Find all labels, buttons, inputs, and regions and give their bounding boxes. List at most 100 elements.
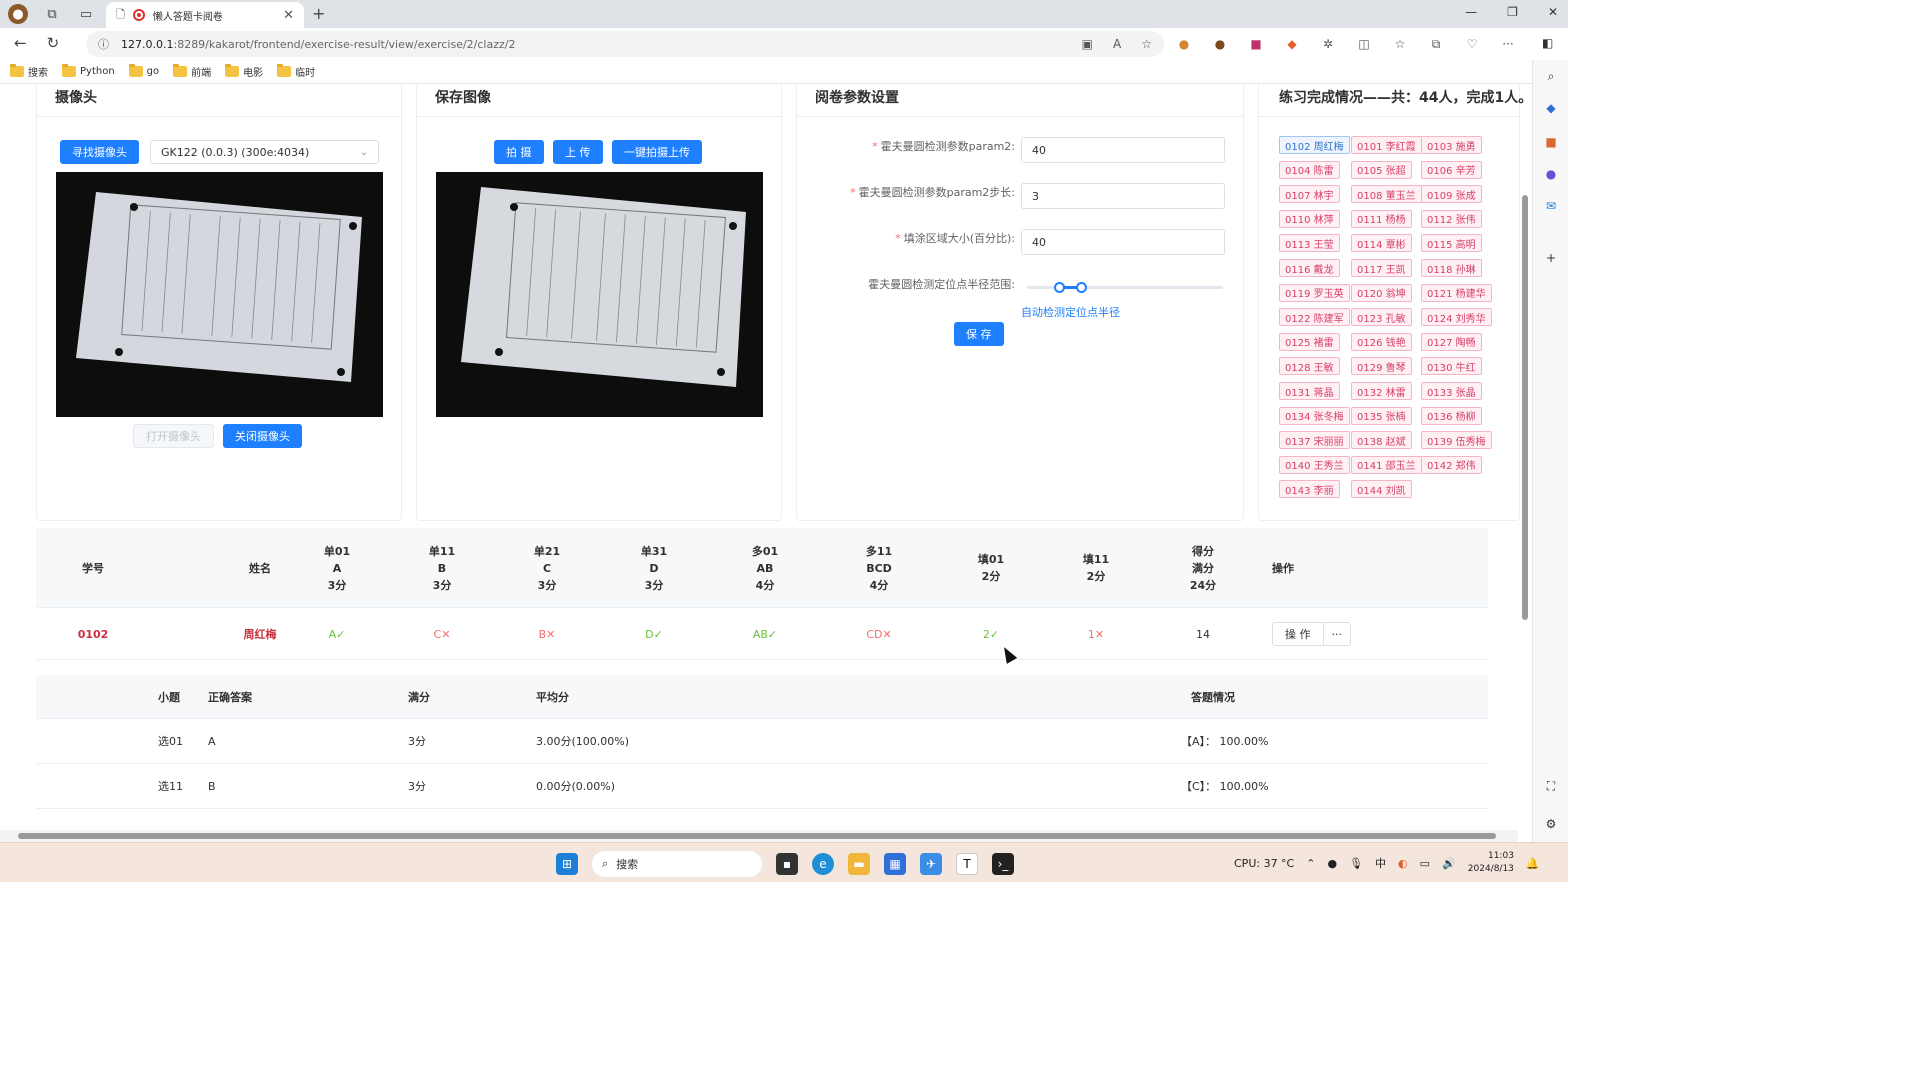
student-tag[interactable]: 0128 王敏 [1279, 357, 1340, 376]
shoot-button[interactable]: 拍 摄 [494, 140, 544, 164]
settings-icon[interactable]: ⚙ [1543, 816, 1559, 832]
cookie-extension-icon[interactable]: ● [1176, 36, 1192, 52]
add-sidebar-icon[interactable]: + [1543, 250, 1559, 266]
url-field[interactable]: ⓘ 127.0.0.1:8289/kakarot/frontend/exerci… [86, 31, 1164, 57]
tab-actions-icon[interactable]: ▭ [76, 4, 96, 24]
student-tag[interactable]: 0110 林萍 [1279, 209, 1340, 228]
tray-app-icon[interactable]: ● [1327, 857, 1337, 870]
student-tag[interactable]: 0106 辛芳 [1421, 160, 1482, 179]
profile-avatar-icon[interactable]: ● [8, 4, 28, 24]
student-tag[interactable]: 0121 杨建华 [1421, 283, 1492, 302]
slider-handle-max[interactable] [1076, 282, 1087, 293]
close-camera-button[interactable]: 关闭摄像头 [223, 424, 302, 448]
store-icon[interactable]: ▦ [884, 853, 906, 875]
student-tag[interactable]: 0113 王莹 [1279, 234, 1340, 253]
student-tag[interactable]: 0134 张冬梅 [1279, 406, 1350, 425]
student-tag[interactable]: 0114 覃彬 [1351, 234, 1412, 253]
student-tag[interactable]: 0108 董玉兰 [1351, 185, 1422, 204]
volume-icon[interactable]: 🔊 [1442, 857, 1456, 870]
student-tag[interactable]: 0109 张成 [1421, 185, 1482, 204]
start-menu-icon[interactable]: ⊞ [556, 853, 578, 875]
horizontal-scrollbar-thumb[interactable] [18, 833, 1496, 839]
notification-bell-icon[interactable]: 🔔 [1526, 857, 1540, 870]
student-tag[interactable]: 0133 张晶 [1421, 382, 1482, 400]
student-tag[interactable]: 0117 王凯 [1351, 259, 1412, 277]
student-tag[interactable]: 0105 张超 [1351, 160, 1412, 179]
one-click-shoot-upload-button[interactable]: 一键拍摄上传 [612, 140, 702, 164]
typora-icon[interactable]: T [956, 853, 978, 875]
student-tag[interactable]: 0104 陈雷 [1279, 160, 1340, 179]
camera-device-select[interactable]: GK122 (0.0.3) (300e:4034) ⌄ [150, 140, 379, 164]
bookmark-folder[interactable]: 临时 [277, 64, 315, 79]
upload-button[interactable]: 上 传 [553, 140, 603, 164]
param2-input[interactable]: 40 [1021, 137, 1225, 163]
extensions-icon[interactable]: ✲ [1320, 36, 1336, 52]
student-tag[interactable]: 0125 褚雷 [1279, 332, 1340, 351]
sidebar-toggle-icon[interactable]: ◧ [1542, 36, 1553, 50]
bookmark-folder[interactable]: go [128, 64, 159, 77]
student-tag[interactable]: 0137 宋丽丽 [1279, 431, 1350, 450]
task-view-icon[interactable]: ▪ [776, 853, 798, 875]
student-tag[interactable]: 0126 钱艳 [1351, 332, 1412, 351]
student-tag[interactable]: 0101 李红霞 [1351, 136, 1422, 154]
read-aloud-icon[interactable]: A [1113, 37, 1121, 51]
extension-red-icon[interactable]: ■ [1248, 36, 1264, 52]
microphone-icon[interactable]: 🎙 [1349, 857, 1363, 870]
screenshot-icon[interactable]: ⛶ [1543, 778, 1559, 794]
student-tag[interactable]: 0124 刘秀华 [1421, 308, 1492, 327]
auto-detect-radius-link[interactable]: 自动检测定位点半径 [1021, 304, 1120, 320]
tray-app-orange-icon[interactable]: ◐ [1398, 857, 1408, 870]
student-tag[interactable]: 0141 邵玉兰 [1351, 455, 1422, 474]
student-tag[interactable]: 0144 刘凯 [1351, 480, 1412, 499]
site-info-icon[interactable]: ⓘ [98, 36, 109, 52]
search-icon[interactable]: ⌕ [1543, 68, 1559, 84]
student-tag[interactable]: 0131 蒋晶 [1279, 382, 1340, 400]
cookie-editor-icon[interactable]: ● [1212, 36, 1228, 52]
student-tag[interactable]: 0123 孔敏 [1351, 308, 1412, 327]
student-tag[interactable]: 0136 杨柳 [1421, 406, 1482, 425]
new-tab-icon[interactable]: + [312, 4, 325, 23]
more-menu-icon[interactable]: ··· [1500, 36, 1516, 52]
terminal-icon[interactable]: ›_ [992, 853, 1014, 875]
games-icon[interactable]: ● [1543, 166, 1559, 182]
active-tab[interactable]: 🗋 懒人答题卡阅卷 ✕ [106, 2, 304, 28]
bookmark-folder[interactable]: 电影 [225, 64, 263, 79]
slider-handle-min[interactable] [1054, 282, 1065, 293]
network-icon[interactable]: ▭ [1420, 857, 1430, 870]
student-tag[interactable]: 0103 施勇 [1421, 136, 1482, 154]
file-explorer-icon[interactable]: ▬ [848, 853, 870, 875]
vertical-scrollbar-thumb[interactable] [1522, 195, 1528, 620]
tray-expand-icon[interactable]: ⌃ [1306, 857, 1315, 870]
student-tag[interactable]: 0116 戴龙 [1279, 259, 1340, 277]
param2-step-input[interactable]: 3 [1021, 183, 1225, 209]
student-tag[interactable]: 0127 陶畅 [1421, 332, 1482, 351]
save-params-button[interactable]: 保 存 [954, 322, 1004, 346]
student-tag[interactable]: 0143 李丽 [1279, 480, 1340, 499]
student-tag[interactable]: 0142 郑伟 [1421, 455, 1482, 474]
operate-button[interactable]: 操 作 [1272, 622, 1324, 646]
camera-in-use-icon[interactable]: ▣ [1082, 37, 1093, 51]
student-tag[interactable]: 0118 孙琳 [1421, 259, 1482, 277]
back-icon[interactable]: ← [14, 34, 27, 52]
student-tag[interactable]: 0138 赵斌 [1351, 431, 1412, 450]
student-tag[interactable]: 0107 林宇 [1279, 185, 1340, 204]
student-tag[interactable]: 0119 罗玉英 [1279, 283, 1350, 302]
student-tag[interactable]: 0111 杨杨 [1351, 209, 1412, 228]
student-tag[interactable]: 0122 陈建军 [1279, 308, 1350, 327]
edge-browser-icon[interactable]: e [812, 853, 834, 875]
extension-orange-icon[interactable]: ◆ [1284, 36, 1300, 52]
feishu-icon[interactable]: ✈ [920, 853, 942, 875]
student-tag[interactable]: 0129 鲁琴 [1351, 357, 1412, 376]
favorite-star-icon[interactable]: ☆ [1141, 37, 1152, 51]
student-tag[interactable]: 0135 张楠 [1351, 406, 1412, 425]
browser-essentials-icon[interactable]: ♡ [1464, 36, 1480, 52]
student-tag[interactable]: 0120 翁坤 [1351, 283, 1412, 302]
student-tag[interactable]: 0130 牛红 [1421, 357, 1482, 376]
vertical-scrollbar[interactable] [1518, 85, 1530, 830]
minimize-icon[interactable]: — [1465, 5, 1477, 19]
student-tag[interactable]: 0132 林雷 [1351, 382, 1412, 400]
student-tag[interactable]: 0115 高明 [1421, 234, 1482, 253]
favorites-icon[interactable]: ☆ [1392, 36, 1408, 52]
close-tab-icon[interactable]: ✕ [283, 8, 294, 23]
open-camera-button[interactable]: 打开摄像头 [133, 424, 214, 448]
